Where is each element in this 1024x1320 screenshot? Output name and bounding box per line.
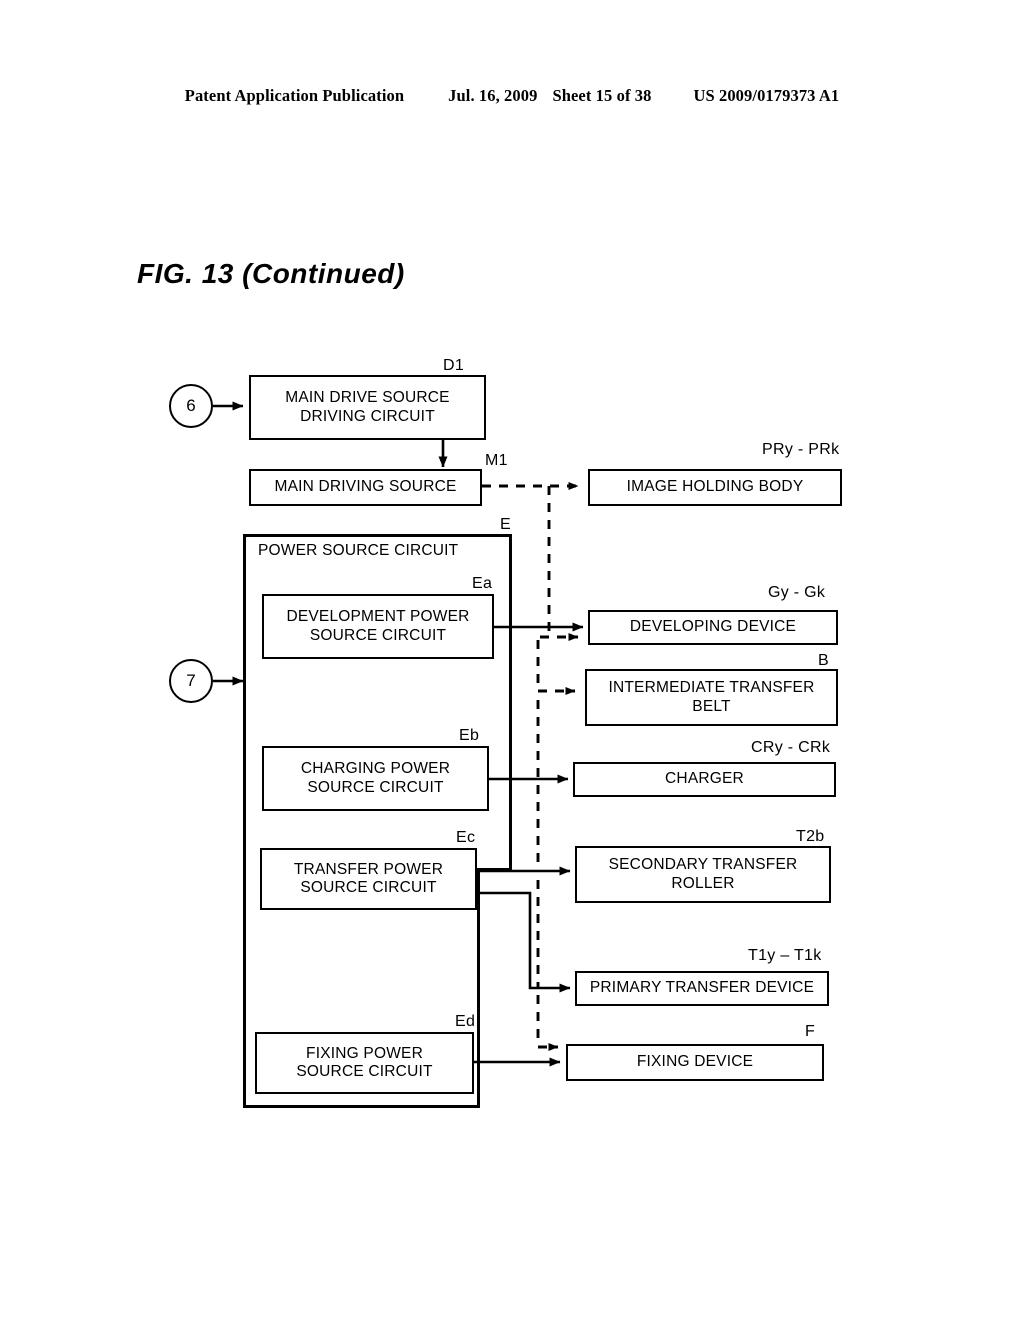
connector-ec-to-primary-transfer-device bbox=[477, 891, 571, 993]
box-secondary-transfer-roller: SECONDARY TRANSFER ROLLER bbox=[575, 846, 831, 903]
ref-label-b: B bbox=[818, 652, 829, 669]
box-developing-device-label: DEVELOPING DEVICE bbox=[629, 618, 797, 636]
ref-label-ea: Ea bbox=[472, 575, 493, 592]
box-main-drive-source-driving-circuit-line2: DRIVING CIRCUIT bbox=[300, 407, 435, 425]
box-intermediate-transfer-belt: INTERMEDIATE TRANSFER BELT bbox=[585, 669, 838, 726]
box-fixing-power-source-circuit-line1: FIXING POWER bbox=[306, 1044, 423, 1062]
group-title-power-source-circuit: POWER SOURCE CIRCUIT bbox=[258, 542, 459, 559]
ref-label-t1y-t1k: T1y – T1k bbox=[748, 947, 822, 964]
box-fixing-power-source-circuit-line2: SOURCE CIRCUIT bbox=[296, 1063, 433, 1080]
box-secondary-transfer-roller-line2: ROLLER bbox=[671, 874, 735, 892]
box-primary-transfer-device: PRIMARY TRANSFER DEVICE bbox=[575, 971, 829, 1006]
box-intermediate-transfer-belt-line2: BELT bbox=[692, 697, 731, 715]
ref-label-f: F bbox=[805, 1023, 816, 1040]
circle-ref-6: 6 bbox=[169, 384, 213, 428]
box-charger-label: CHARGER bbox=[665, 770, 744, 788]
box-main-driving-source: MAIN DRIVING SOURCE bbox=[249, 469, 482, 506]
ref-label-pry-prk: PRy - PRk bbox=[762, 441, 840, 458]
box-image-holding-body-label: IMAGE HOLDING BODY bbox=[626, 478, 804, 496]
circle-ref-7: 7 bbox=[169, 659, 213, 703]
box-secondary-transfer-roller-line1: SECONDARY TRANSFER bbox=[608, 856, 798, 874]
ref-label-t2b: T2b bbox=[796, 828, 825, 845]
ref-label-cry-crk: CRy - CRk bbox=[751, 739, 831, 756]
box-primary-transfer-device-label: PRIMARY TRANSFER DEVICE bbox=[589, 979, 815, 997]
box-development-power-source-circuit: DEVELOPMENT POWER SOURCE CIRCUIT bbox=[262, 594, 494, 659]
block-diagram: 6 7 POWER SOURCE CIRCUIT D1 M1 PRy - PRk… bbox=[0, 0, 1024, 1320]
box-charging-power-source-circuit-line1: CHARGING POWER bbox=[300, 760, 451, 778]
box-fixing-device: FIXING DEVICE bbox=[566, 1044, 824, 1081]
ref-label-ec: Ec bbox=[456, 829, 476, 846]
box-fixing-device-label: FIXING DEVICE bbox=[636, 1053, 754, 1071]
box-fixing-power-source-circuit: FIXING POWER SOURCE CIRCUIT bbox=[255, 1032, 474, 1094]
box-developing-device: DEVELOPING DEVICE bbox=[588, 610, 838, 645]
box-transfer-power-source-circuit: TRANSFER POWER SOURCE CIRCUIT bbox=[260, 848, 477, 910]
box-intermediate-transfer-belt-line1: INTERMEDIATE TRANSFER bbox=[608, 679, 815, 697]
box-main-drive-source-driving-circuit: MAIN DRIVE SOURCE DRIVING CIRCUIT bbox=[249, 375, 486, 440]
ref-label-eb: Eb bbox=[459, 727, 480, 744]
box-image-holding-body: IMAGE HOLDING BODY bbox=[588, 469, 842, 506]
ref-label-e: E bbox=[500, 516, 511, 533]
box-transfer-power-source-circuit-line1: TRANSFER POWER bbox=[293, 860, 444, 878]
ref-label-ed: Ed bbox=[455, 1013, 476, 1030]
ref-label-d1: D1 bbox=[443, 357, 465, 374]
circle-ref-7-label: 7 bbox=[186, 671, 196, 690]
box-main-drive-source-driving-circuit-line1: MAIN DRIVE SOURCE bbox=[285, 389, 450, 407]
ref-label-m1: M1 bbox=[485, 452, 508, 469]
box-charger: CHARGER bbox=[573, 762, 836, 797]
box-charging-power-source-circuit: CHARGING POWER SOURCE CIRCUIT bbox=[262, 746, 489, 811]
box-transfer-power-source-circuit-line2: SOURCE CIRCUIT bbox=[300, 879, 437, 896]
box-development-power-source-circuit-line2: SOURCE CIRCUIT bbox=[309, 626, 447, 644]
box-development-power-source-circuit-line1: DEVELOPMENT POWER bbox=[286, 608, 470, 626]
ref-label-gy-gk: Gy - Gk bbox=[768, 584, 826, 601]
box-main-driving-source-label: MAIN DRIVING SOURCE bbox=[274, 478, 457, 496]
connector-layer bbox=[213, 401, 584, 1067]
circle-ref-6-label: 6 bbox=[186, 396, 196, 415]
box-charging-power-source-circuit-line2: SOURCE CIRCUIT bbox=[307, 778, 444, 796]
